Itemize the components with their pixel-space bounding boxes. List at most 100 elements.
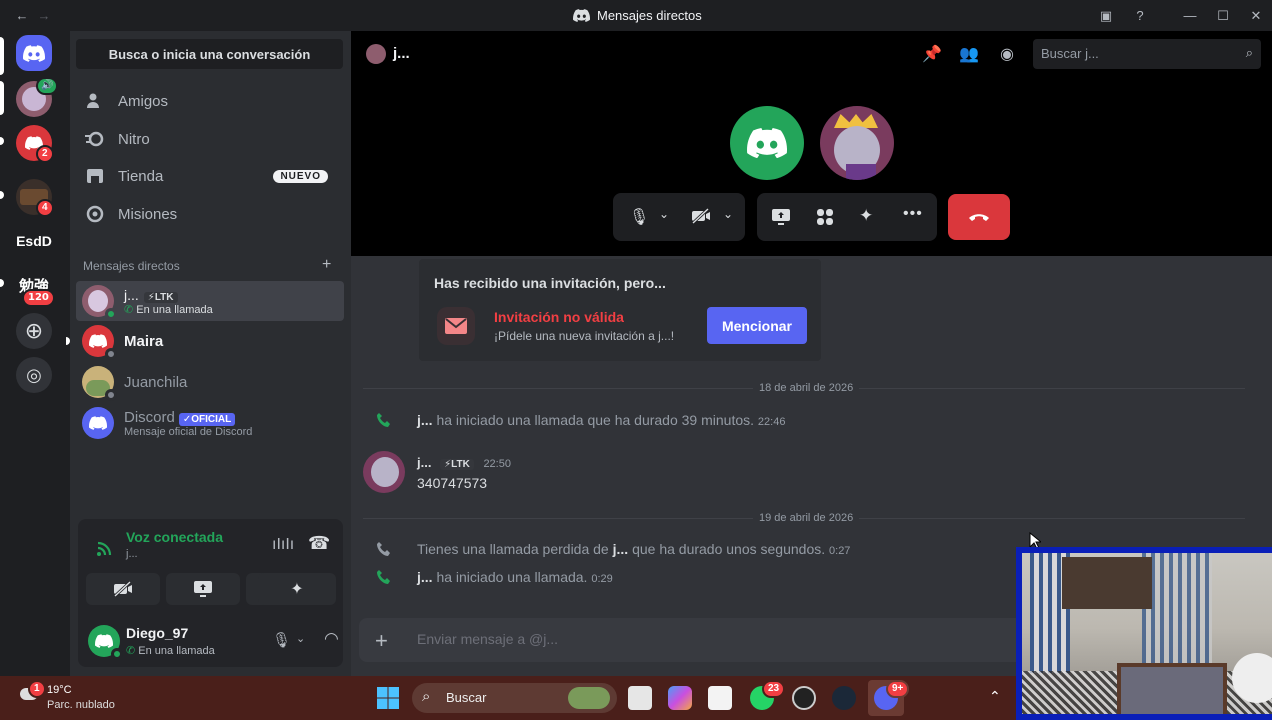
minimize-icon[interactable]: — xyxy=(1180,6,1200,26)
nav-quests[interactable]: Misiones xyxy=(78,196,344,232)
connection-signal-icon[interactable] xyxy=(96,539,114,557)
dm-name: Maira xyxy=(124,332,164,350)
mic-icon[interactable]: 🎙 xyxy=(629,207,649,227)
dm-item[interactable]: Juanchila xyxy=(76,362,344,402)
add-server-icon[interactable]: ⊕ xyxy=(16,313,52,349)
participant-other[interactable] xyxy=(820,106,894,180)
find-conversation-button[interactable]: Busca o inicia una conversación xyxy=(76,39,343,69)
server-icon[interactable]: 2 xyxy=(16,125,54,163)
camera-off-button[interactable] xyxy=(86,573,160,605)
server-esdd[interactable]: EsdD xyxy=(16,223,52,259)
task-view-icon[interactable] xyxy=(628,686,652,710)
message-author[interactable]: j... xyxy=(417,412,433,428)
steam-icon[interactable] xyxy=(832,686,856,710)
discord-taskbar-active[interactable]: 9+ xyxy=(868,680,910,716)
help-icon[interactable]: ? xyxy=(1130,6,1150,26)
soundboard-button[interactable]: ✦ xyxy=(258,573,336,605)
server-icon[interactable]: 4 xyxy=(16,179,54,217)
chevron-up-icon[interactable]: ⌃ xyxy=(989,688,1001,705)
invite-title: Has recibido una invitación, pero... xyxy=(434,275,666,291)
voice-status[interactable]: Voz conectada xyxy=(126,529,223,545)
camera-off-icon[interactable] xyxy=(691,208,711,224)
dm-item[interactable]: j... ⚡LTK ✆ En una llamada xyxy=(76,281,344,321)
message-avatar[interactable] xyxy=(363,451,405,493)
search-input[interactable]: Buscar j... ⌕ xyxy=(1033,39,1261,69)
user-avatar[interactable] xyxy=(88,625,123,660)
screen-share-icon xyxy=(194,581,212,597)
discover-icon[interactable]: ◎ xyxy=(16,357,52,393)
headphones-icon[interactable]: ◠ xyxy=(324,629,339,649)
call-controls-audio-video: 🎙 ⌄ ⌄ xyxy=(613,193,745,241)
dm-item[interactable]: Maira xyxy=(76,321,344,361)
message-author[interactable]: j... xyxy=(417,455,431,470)
nav-friends[interactable]: Amigos xyxy=(78,83,344,119)
server-rail: 🔊 2 4 EsdD 勉強 120 ⊕ ◎ xyxy=(0,31,70,676)
disconnect-icon[interactable]: ☎ xyxy=(308,533,330,554)
message-text: ha iniciado una llamada. xyxy=(436,569,588,585)
weather-temp[interactable]: 19°C xyxy=(47,684,72,696)
weather-desc[interactable]: Parc. nublado xyxy=(47,699,115,711)
chevron-down-icon[interactable]: ⌄ xyxy=(296,632,305,645)
dm-call-avatar[interactable]: 🔊 xyxy=(16,77,59,117)
dm-sidebar: Busca o inicia una conversación Amigos N… xyxy=(66,31,394,676)
nitro-icon xyxy=(84,128,106,150)
dm-item[interactable]: Discord ✓OFICIAL Mensaje oficial de Disco… xyxy=(76,403,344,443)
server-benkyou[interactable]: 勉強 120 xyxy=(16,267,55,307)
forward-arrow-icon[interactable]: → xyxy=(34,6,54,26)
weather-icon[interactable]: 1 xyxy=(16,680,46,706)
phone-icon: ✆ xyxy=(124,303,134,316)
hang-up-button[interactable] xyxy=(948,194,1010,240)
pin-icon[interactable]: 📌 xyxy=(921,43,943,65)
message-author[interactable]: j... xyxy=(417,569,433,585)
quests-icon xyxy=(84,203,106,225)
back-arrow-icon[interactable]: ← xyxy=(12,6,32,26)
username[interactable]: Diego_97 xyxy=(126,625,188,641)
composer-placeholder[interactable]: Enviar mensaje a @j... xyxy=(417,631,558,647)
screen-share-icon[interactable] xyxy=(771,208,791,226)
call-panel: j... 📌 👥 ◉ Buscar j... ⌕ 🎙 ⌄ ⌄ ✦ ••• xyxy=(351,31,1272,256)
screen-share-button[interactable] xyxy=(166,573,240,605)
more-options-icon[interactable]: ••• xyxy=(903,205,923,223)
noise-suppression-icon[interactable]: ıIıIı xyxy=(272,536,294,554)
voice-channel[interactable]: j... xyxy=(126,548,138,560)
close-icon[interactable]: ✕ xyxy=(1246,6,1266,26)
obs-icon[interactable] xyxy=(792,686,816,710)
user-profile-icon[interactable]: ◉ xyxy=(996,43,1018,65)
inbox-icon[interactable]: ▣ xyxy=(1096,6,1116,26)
weather-badge: 1 xyxy=(28,680,46,698)
soundboard-icon[interactable]: ✦ xyxy=(859,206,873,226)
taskbar-search[interactable]: ⌕ Buscar xyxy=(412,683,617,713)
curtain-image xyxy=(1142,553,1212,663)
mic-icon[interactable]: 🎙 xyxy=(272,631,291,649)
avatar xyxy=(82,285,117,320)
chevron-down-icon[interactable]: ⌄ xyxy=(723,207,733,221)
discord-logo-icon xyxy=(23,44,45,62)
call-started-icon xyxy=(377,570,390,584)
notification-badge: 4 xyxy=(36,199,54,217)
mention-button[interactable]: Mencionar xyxy=(707,307,807,344)
nav-nitro[interactable]: Nitro xyxy=(78,121,344,157)
whatsapp-icon[interactable]: 23 xyxy=(750,680,786,710)
chevron-down-icon[interactable]: ⌄ xyxy=(659,207,669,221)
dm-name: Discord xyxy=(124,408,175,426)
message-author[interactable]: j... xyxy=(613,541,629,557)
invalid-invite-subtitle: ¡Pídele una nueva invitación a j...! xyxy=(494,329,675,343)
attach-plus-icon[interactable]: + xyxy=(375,628,388,654)
timestamp: 0:27 xyxy=(829,545,851,557)
whatsapp-badge: 23 xyxy=(762,680,786,698)
create-dm-icon[interactable]: + xyxy=(322,256,331,274)
add-friends-icon[interactable]: 👥 xyxy=(958,43,980,65)
copilot-icon[interactable] xyxy=(668,686,692,710)
activities-icon[interactable] xyxy=(816,208,834,226)
nav-shop[interactable]: Tienda NUEVO xyxy=(78,158,344,194)
windows-start-icon[interactable] xyxy=(376,686,400,710)
nav-label: Nitro xyxy=(118,130,150,148)
search-placeholder: Buscar j... xyxy=(1041,46,1099,61)
maximize-icon[interactable]: ☐ xyxy=(1213,6,1233,26)
home-button[interactable] xyxy=(16,35,52,71)
message-text: ha iniciado una llamada que ha durado 39… xyxy=(436,412,755,428)
participant-self[interactable] xyxy=(730,106,804,180)
snipping-tool-icon[interactable] xyxy=(708,686,732,710)
camera-off-icon xyxy=(113,581,132,597)
channel-name[interactable]: j... xyxy=(393,45,410,62)
